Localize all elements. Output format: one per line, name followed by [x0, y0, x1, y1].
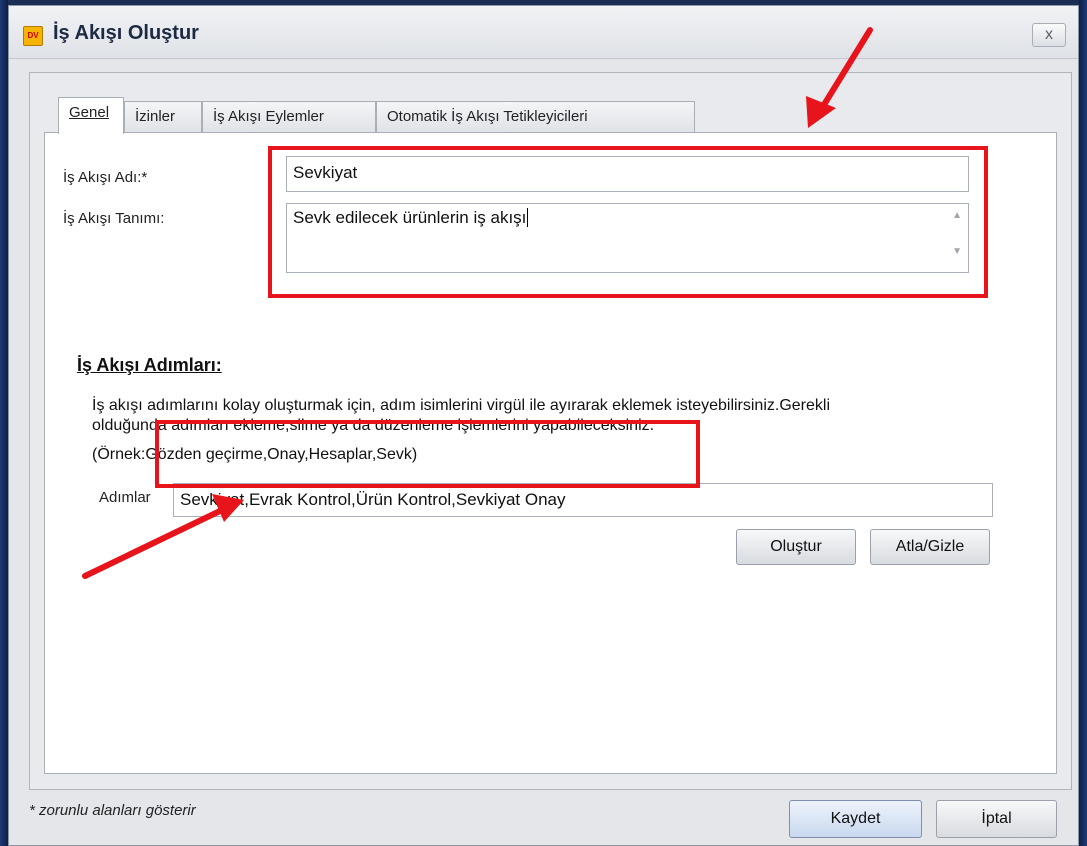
- dialog-window: DV İş Akışı Oluştur x Genel İzinler İş A…: [8, 5, 1079, 846]
- tab-tetikleyiciler-label: Otomatik İş Akışı Tetikleyicileri: [387, 108, 588, 125]
- window-title: İş Akışı Oluştur: [53, 22, 199, 44]
- close-button[interactable]: x: [1032, 23, 1066, 47]
- workflow-name-label: İş Akışı Adı:*: [63, 169, 148, 186]
- tab-genel-label: Genel: [69, 104, 110, 121]
- help-text-line1: İş akışı adımlarını kolay oluşturmak içi…: [92, 397, 831, 414]
- create-button[interactable]: Oluştur: [736, 529, 856, 565]
- tab-izinler[interactable]: İzinler: [124, 101, 202, 133]
- help-text-line2: olduğunda adımları ekleme,silme ya da dü…: [92, 417, 655, 434]
- steps-input[interactable]: Sevkiyat,Evrak Kontrol,Ürün Kontrol,Sevk…: [173, 483, 993, 517]
- save-button[interactable]: Kaydet: [789, 800, 922, 838]
- tab-content-genel: İş Akışı Adı:* Sevkiyat İş Akışı Tanımı:…: [44, 132, 1057, 774]
- skip-hide-button[interactable]: Atla/Gizle: [870, 529, 990, 565]
- tab-tetikleyiciler[interactable]: Otomatik İş Akışı Tetikleyicileri: [376, 101, 695, 133]
- text-cursor: [527, 208, 529, 227]
- workflow-description-text: Sevk edilecek ürünlerin iş akışı: [293, 208, 527, 227]
- app-icon: DV: [23, 26, 43, 46]
- workflow-description-label: İş Akışı Tanımı:: [63, 210, 165, 227]
- steps-section-title: İş Akışı Adımları:: [77, 355, 222, 375]
- cancel-button[interactable]: İptal: [936, 800, 1057, 838]
- required-fields-note: * zorunlu alanları gösterir: [29, 802, 196, 819]
- title-bar: DV İş Akışı Oluştur x: [9, 6, 1078, 59]
- scroll-up-icon[interactable]: ▲: [952, 210, 962, 222]
- steps-label: Adımlar: [99, 489, 151, 506]
- tab-eylemler[interactable]: İş Akışı Eylemler: [202, 101, 376, 133]
- desktop-frame-right: [1079, 0, 1087, 846]
- dialog-panel: Genel İzinler İş Akışı Eylemler Otomatik…: [29, 72, 1072, 790]
- example-text: (Örnek:Gözden geçirme,Onay,Hesaplar,Sevk…: [92, 446, 418, 463]
- workflow-description-input[interactable]: Sevk edilecek ürünlerin iş akışı ▲ ▼: [286, 203, 969, 273]
- tab-eylemler-label: İş Akışı Eylemler: [213, 108, 324, 125]
- desktop-frame-left: [0, 0, 8, 846]
- tab-genel[interactable]: Genel: [58, 97, 124, 134]
- tab-izinler-label: İzinler: [135, 108, 176, 125]
- workflow-name-input[interactable]: Sevkiyat: [286, 156, 969, 192]
- scroll-down-icon[interactable]: ▼: [952, 246, 962, 258]
